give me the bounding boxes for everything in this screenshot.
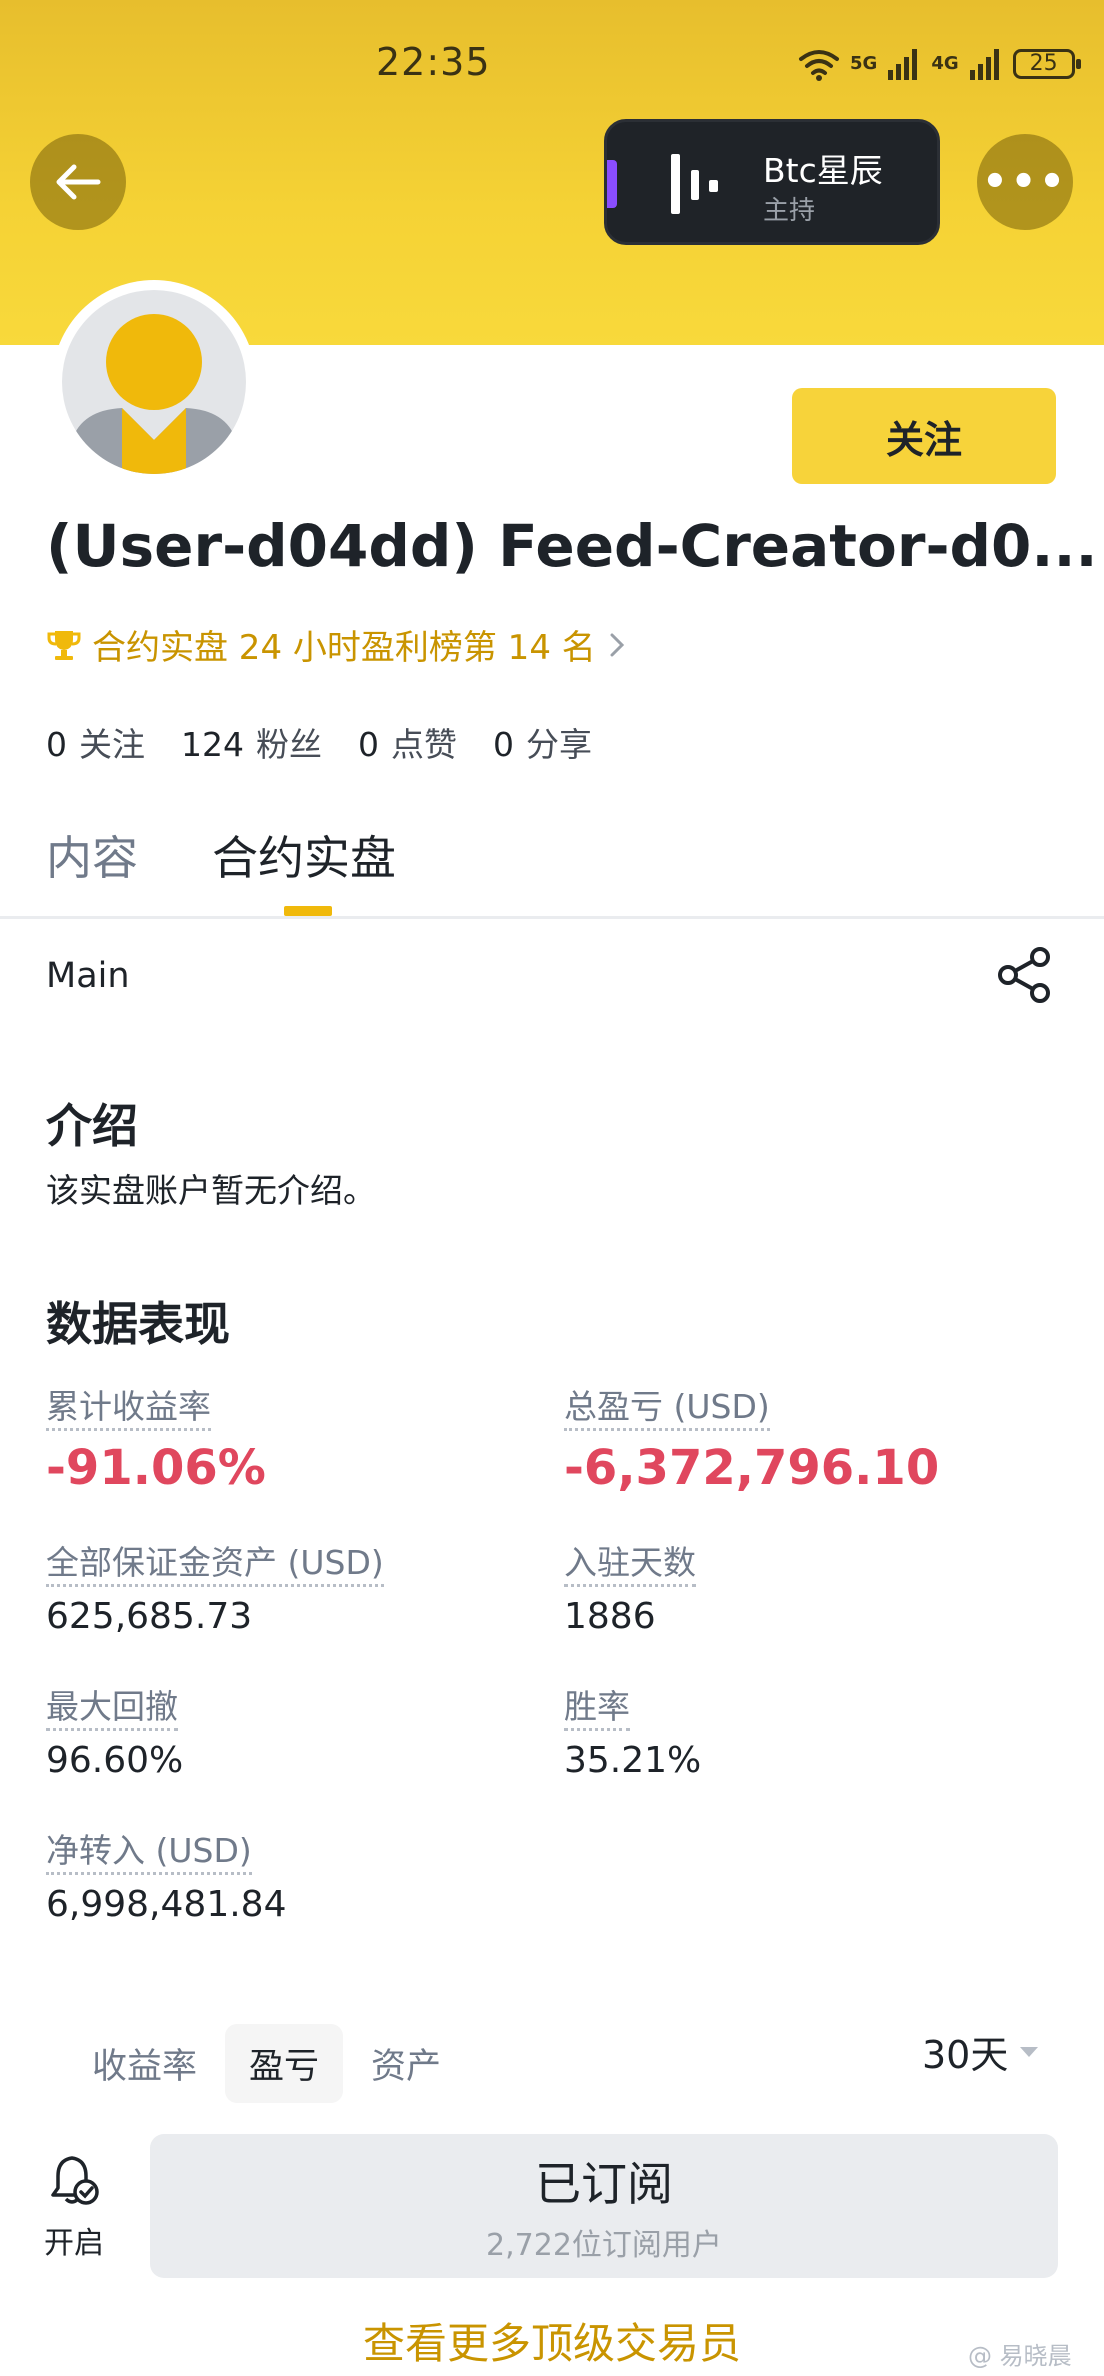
host-role: 主持 [763, 196, 816, 226]
avatar-image [62, 290, 246, 474]
metric-value: 96.60% [46, 1740, 184, 1781]
wifi-icon [799, 50, 839, 81]
metric-margin-assets: 全部保证金资产 (USD) 625,685.73 [46, 1536, 384, 1637]
tab-content[interactable]: 内容 [46, 822, 138, 888]
metric-max-drawdown: 最大回撤 96.60% [46, 1680, 183, 1781]
metric-days: 入驻天数 1886 [564, 1536, 696, 1637]
metric-value: 1886 [564, 1596, 656, 1637]
stat-likes[interactable]: 0 点赞 [358, 718, 457, 766]
caret-down-icon [1020, 2046, 1039, 2057]
chart-tab-roi[interactable]: 收益率 [68, 2024, 221, 2103]
metric-label[interactable]: 净转入 (USD) [46, 1831, 252, 1875]
metric-value: -6,372,796.10 [564, 1440, 940, 1496]
tab-futures[interactable]: 合约实盘 [212, 822, 396, 888]
back-button[interactable] [30, 134, 126, 230]
chart-tabs: 收益率 盈亏 资产 [68, 2024, 469, 2103]
stat-followers[interactable]: 124 粉丝 [181, 718, 322, 766]
metric-label[interactable]: 累计收益率 [46, 1387, 211, 1431]
metric-label[interactable]: 全部保证金资产 (USD) [46, 1543, 384, 1587]
notification-label: 开启 [44, 2226, 104, 2261]
range-selector[interactable]: 30天 [922, 2024, 1040, 2079]
live-host-pill[interactable]: Btc星辰 主持 [604, 119, 940, 245]
profile-username: (User-d04dd) Feed-Creator-d0... [46, 512, 1098, 580]
metric-win-rate: 胜率 35.21% [564, 1680, 701, 1781]
signal-icon [888, 49, 918, 80]
range-value: 30天 [922, 2033, 1009, 2077]
metric-label[interactable]: 胜率 [564, 1687, 630, 1731]
share-icon [998, 947, 1050, 1003]
metric-cumulative-roi: 累计收益率 -91.06% [46, 1380, 266, 1496]
stat-following[interactable]: 0 关注 [46, 718, 145, 766]
active-tab-indicator [284, 906, 332, 916]
intro-title: 介绍 [46, 1099, 138, 1153]
performance-title: 数据表现 [46, 1297, 230, 1351]
leaderboard-rank-link[interactable]: 合约实盘 24 小时盈利榜第 14 名 [46, 620, 628, 669]
metric-value: -91.06% [46, 1440, 266, 1496]
rank-text: 合约实盘 24 小时盈利榜第 14 名 [92, 628, 596, 668]
network-5g-label: 5G [850, 53, 878, 74]
status-icons: 5G 4G 25 [798, 44, 1081, 84]
subscribed-title: 已订阅 [535, 2157, 673, 2211]
subscribed-button[interactable]: 已订阅 2,722位订阅用户 [150, 2134, 1058, 2278]
trophy-icon [47, 630, 81, 660]
arrow-left-icon [56, 164, 101, 200]
live-accent-bar [607, 160, 617, 208]
battery-indicator: 25 [1012, 49, 1081, 79]
status-time: 22:35 [376, 40, 491, 84]
tab-divider [0, 916, 1104, 919]
metric-total-pnl: 总盈亏 (USD) -6,372,796.10 [564, 1380, 939, 1496]
notification-toggle[interactable] [46, 2152, 102, 2212]
watermark: @ 易晓晨 [968, 2342, 1072, 2370]
metric-label[interactable]: 入驻天数 [564, 1543, 696, 1587]
follow-button[interactable]: 关注 [792, 388, 1056, 484]
account-label: Main [46, 956, 130, 996]
more-options-button[interactable]: ••• [977, 134, 1073, 230]
stat-shares[interactable]: 0 分享 [493, 718, 592, 766]
bell-check-icon [51, 2156, 99, 2205]
metric-value: 6,998,481.84 [46, 1884, 287, 1925]
host-name: Btc星辰 [763, 151, 883, 190]
metric-value: 625,685.73 [46, 1596, 253, 1637]
metric-value: 35.21% [564, 1740, 702, 1781]
chart-tab-assets[interactable]: 资产 [347, 2024, 465, 2103]
more-dots-icon: ••• [982, 159, 1068, 205]
intro-text: 该实盘账户暂无介绍。 [46, 1171, 376, 1210]
avatar[interactable] [52, 280, 256, 484]
subscriber-count: 2,722位订阅用户 [486, 2228, 722, 2263]
chart-tab-pnl[interactable]: 盈亏 [225, 2024, 344, 2103]
metric-label[interactable]: 最大回撤 [46, 1687, 178, 1731]
metric-net-transfer: 净转入 (USD) 6,998,481.84 [46, 1824, 286, 1925]
audio-wave-icon [671, 154, 718, 214]
default-avatar-icon [62, 314, 246, 474]
share-button[interactable] [996, 946, 1054, 1008]
metric-label[interactable]: 总盈亏 (USD) [564, 1387, 770, 1431]
view-more-traders-link[interactable]: 查看更多顶级交易员 [0, 2310, 1104, 2371]
signal-icon-2 [969, 49, 999, 80]
chevron-right-icon [610, 633, 624, 656]
profile-stats: 0 关注 124 粉丝 0 点赞 0 分享 [46, 718, 628, 766]
network-4g-label: 4G [931, 53, 959, 74]
